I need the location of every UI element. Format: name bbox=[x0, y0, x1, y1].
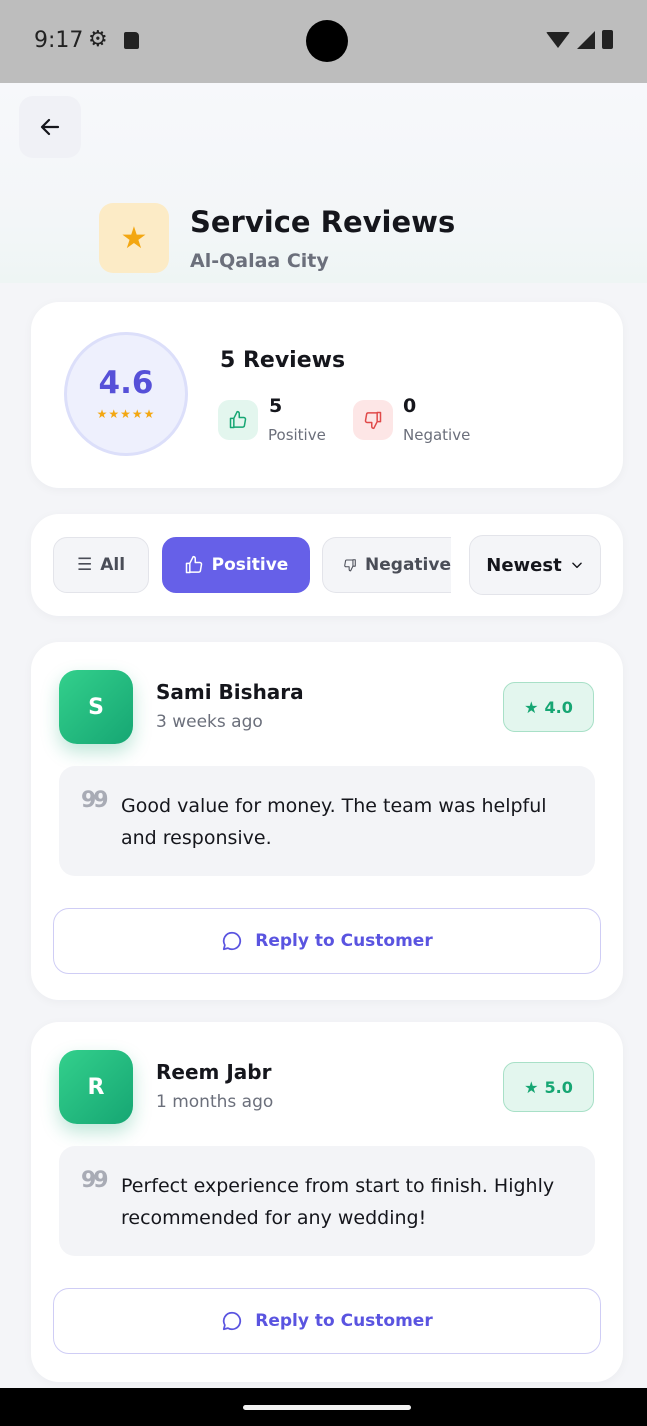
status-time: 9:17 bbox=[34, 28, 84, 53]
chat-bubble-icon bbox=[223, 931, 242, 951]
page-title: Service Reviews bbox=[190, 205, 456, 239]
rating-badge-value: 4.0 bbox=[544, 697, 573, 717]
comment-text: Perfect experience from start to finish.… bbox=[121, 1175, 555, 1229]
sd-card-icon bbox=[124, 32, 139, 49]
avatar: S bbox=[59, 670, 133, 744]
reply-button-label: Reply to Customer bbox=[255, 931, 433, 951]
reply-button[interactable]: Reply to Customer bbox=[53, 908, 601, 974]
signal-icon bbox=[577, 30, 595, 49]
arrow-left-icon bbox=[40, 118, 60, 136]
average-rating-circle: 4.6 ★★★★★ bbox=[64, 332, 188, 456]
review-card: S Sami Bishara 3 weeks ago ★ 4.0 99 Good… bbox=[31, 642, 623, 1000]
quote-icon: 99 bbox=[81, 788, 109, 813]
rating-badge: ★ 4.0 bbox=[503, 682, 594, 732]
filter-all-label: All bbox=[100, 555, 126, 575]
average-rating-value: 4.6 bbox=[98, 364, 154, 401]
chat-bubble-icon bbox=[223, 1311, 242, 1331]
thumbs-up-icon bbox=[185, 555, 202, 574]
reply-button[interactable]: Reply to Customer bbox=[53, 1288, 601, 1354]
filter-negative-chip[interactable]: Negative bbox=[322, 537, 451, 593]
sort-label: Newest bbox=[486, 554, 562, 576]
comment-text: Good value for money. The team was helpf… bbox=[121, 795, 547, 849]
review-card: R Reem Jabr 1 months ago ★ 5.0 99 Perfec… bbox=[31, 1022, 623, 1382]
comment-box: 99 Perfect experience from start to fini… bbox=[59, 1146, 595, 1256]
avatar: R bbox=[59, 1050, 133, 1124]
sort-dropdown[interactable]: Newest bbox=[469, 535, 601, 595]
reviewer-name: Sami Bishara bbox=[156, 680, 304, 704]
battery-icon bbox=[602, 30, 613, 49]
list-icon: ☰ bbox=[76, 555, 93, 575]
system-nav-bar bbox=[0, 1388, 647, 1426]
negative-label: Negative bbox=[403, 426, 471, 444]
wifi-icon bbox=[546, 31, 570, 48]
review-time: 1 months ago bbox=[156, 1092, 274, 1112]
rating-badge-value: 5.0 bbox=[544, 1077, 573, 1097]
quote-icon: 99 bbox=[81, 1168, 109, 1193]
reply-button-label: Reply to Customer bbox=[255, 1311, 433, 1331]
status-icons bbox=[546, 30, 613, 49]
filter-positive-chip[interactable]: Positive bbox=[162, 537, 310, 593]
status-bar: 9:17 ⚙ bbox=[0, 0, 647, 83]
positive-label: Positive bbox=[268, 426, 326, 444]
camera-cutout bbox=[306, 20, 348, 62]
thumbs-down-icon bbox=[344, 559, 356, 572]
rating-badge: ★ 5.0 bbox=[503, 1062, 594, 1112]
star-icon: ★ bbox=[524, 697, 539, 717]
negative-count: 0 bbox=[403, 395, 417, 417]
home-gesture-handle[interactable] bbox=[243, 1405, 411, 1410]
reviews-count: 5 Reviews bbox=[220, 348, 346, 373]
review-time: 3 weeks ago bbox=[156, 712, 263, 732]
filter-all-chip[interactable]: ☰ All bbox=[53, 537, 149, 593]
chevron-down-icon bbox=[571, 562, 582, 569]
filter-bar: ☰ All Positive Negative Newest bbox=[31, 514, 623, 616]
reviewer-name: Reem Jabr bbox=[156, 1060, 272, 1084]
filter-negative-label: Negative bbox=[365, 555, 451, 575]
comment-box: 99 Good value for money. The team was he… bbox=[59, 766, 595, 876]
star-icon: ★ bbox=[99, 203, 169, 273]
settings-notification-icon: ⚙ bbox=[88, 27, 108, 52]
back-button[interactable] bbox=[19, 96, 81, 158]
positive-count: 5 bbox=[269, 395, 283, 417]
page-subtitle: Al-Qalaa City bbox=[190, 250, 329, 272]
thumbs-up-icon bbox=[218, 400, 258, 440]
rating-summary-card: 4.6 ★★★★★ 5 Reviews 5 Positive 0 Negativ… bbox=[31, 302, 623, 488]
filter-positive-label: Positive bbox=[211, 555, 289, 575]
rating-stars-icon: ★★★★★ bbox=[96, 406, 156, 421]
thumbs-down-icon bbox=[353, 400, 393, 440]
star-icon: ★ bbox=[524, 1077, 539, 1097]
